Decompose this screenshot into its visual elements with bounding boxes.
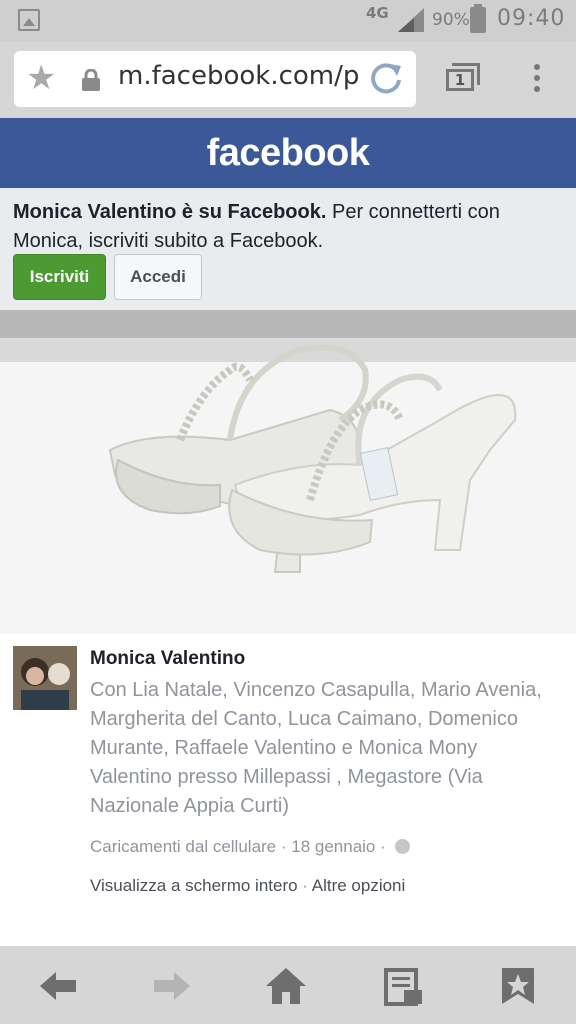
author-avatar[interactable] xyxy=(13,646,77,710)
signup-button[interactable]: Iscriviti xyxy=(13,254,106,300)
battery-percent: 90% xyxy=(432,10,470,30)
status-bar: 4G 90% 09:40 xyxy=(0,0,576,42)
album-link[interactable]: Caricamenti dal cellulare xyxy=(90,837,276,856)
signal-icon xyxy=(398,8,424,32)
tab-count: 1 xyxy=(454,71,466,89)
bookmark-icon[interactable] xyxy=(498,966,538,1006)
url-text[interactable]: m.facebook.com/p xyxy=(118,61,364,91)
network-type: 4G xyxy=(366,4,389,22)
address-bar[interactable]: ★ m.facebook.com/p xyxy=(14,51,416,107)
post-photo[interactable] xyxy=(0,310,576,634)
post-details: Monica Valentino Con Lia Natale, Vincenz… xyxy=(0,634,576,946)
globe-icon xyxy=(394,839,410,854)
forward-arrow-icon[interactable] xyxy=(152,966,192,1006)
browser-bottom-nav xyxy=(0,946,576,1024)
more-options-link[interactable]: Altre opzioni xyxy=(312,876,406,895)
home-icon[interactable] xyxy=(266,966,306,1006)
reader-icon[interactable] xyxy=(384,966,424,1006)
gallery-notification-icon xyxy=(18,9,40,31)
signup-message-bold: Monica Valentino è su Facebook. xyxy=(13,201,327,223)
lock-icon xyxy=(82,69,100,91)
tagged-people: Con Lia Natale, Vincenzo Casapulla, Mari… xyxy=(90,679,542,817)
author-name[interactable]: Monica Valentino xyxy=(90,648,245,670)
overflow-menu-icon[interactable] xyxy=(530,64,544,98)
post-meta: Caricamenti dal cellulare · 18 gennaio · xyxy=(90,837,410,857)
back-arrow-icon[interactable] xyxy=(38,966,78,1006)
post-actions: Visualizza a schermo intero · Altre opzi… xyxy=(90,876,406,895)
shoes-image xyxy=(0,310,576,634)
star-icon[interactable]: ★ xyxy=(26,61,56,95)
battery-icon xyxy=(470,4,486,33)
tabs-button[interactable]: 1 xyxy=(446,63,480,91)
browser-toolbar: ★ m.facebook.com/p 1 xyxy=(0,42,576,118)
fullscreen-link[interactable]: Visualizza a schermo intero xyxy=(90,876,298,895)
signup-prompt-panel: Monica Valentino è su Facebook. Per conn… xyxy=(0,188,576,310)
login-button[interactable]: Accedi xyxy=(114,254,202,300)
facebook-header: facebook xyxy=(0,118,576,188)
reload-icon[interactable] xyxy=(368,60,404,96)
facebook-logo[interactable]: facebook xyxy=(207,132,370,174)
signup-message: Monica Valentino è su Facebook. Per conn… xyxy=(13,198,563,256)
post-date[interactable]: 18 gennaio xyxy=(291,837,375,856)
clock: 09:40 xyxy=(497,6,566,31)
